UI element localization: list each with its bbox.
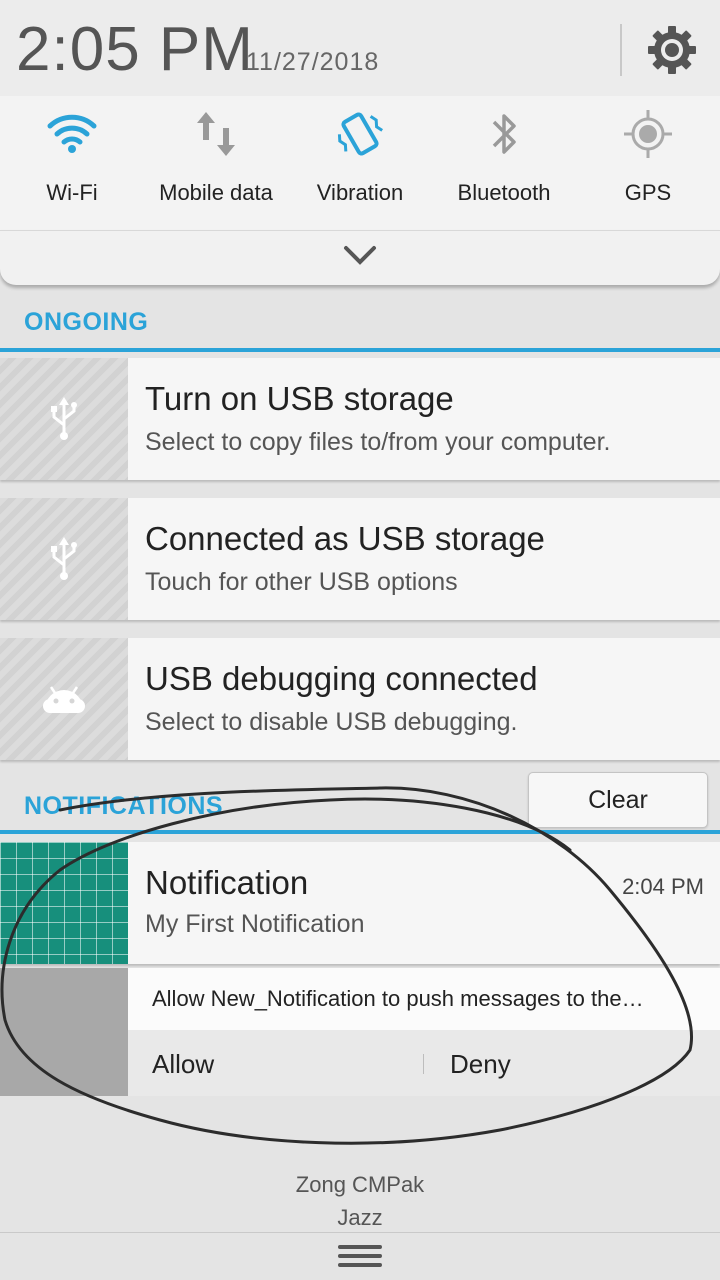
wifi-toggle[interactable]: Wi-Fi xyxy=(0,96,144,230)
date-text: 11/27/2018 xyxy=(246,48,380,76)
wifi-icon xyxy=(42,104,102,164)
item-title: USB debugging connected xyxy=(145,660,538,697)
footer-divider xyxy=(0,1232,720,1233)
notification-time: 2:04 PM xyxy=(622,874,704,899)
mobile-data-icon xyxy=(186,104,246,164)
bluetooth-label: Bluetooth xyxy=(457,180,551,205)
clear-button[interactable]: Clear xyxy=(528,772,708,828)
bluetooth-icon xyxy=(474,104,534,164)
deny-label: Deny xyxy=(450,1049,511,1079)
wifi-label: Wi-Fi xyxy=(46,180,98,205)
item-subtitle: Select to disable USB debugging. xyxy=(145,708,518,736)
bluetooth-toggle[interactable]: Bluetooth xyxy=(432,96,576,230)
chevron-down-icon[interactable] xyxy=(338,240,382,270)
clock-time: 2:05 PM xyxy=(16,15,254,84)
mobile-data-label: Mobile data xyxy=(159,180,273,205)
vibration-toggle[interactable]: Vibration xyxy=(288,96,432,230)
gps-label: GPS xyxy=(624,180,672,205)
vibration-icon xyxy=(330,104,390,164)
list-item-usb-storage[interactable]: Turn on USB storage Select to copy files… xyxy=(0,358,720,480)
vibration-label: Vibration xyxy=(316,180,404,205)
permission-text: Allow New_Notification to push messages … xyxy=(152,986,644,1011)
allow-label: Allow xyxy=(152,1049,215,1079)
drag-handle-icon[interactable] xyxy=(336,1242,384,1270)
notifications-divider xyxy=(0,830,720,834)
notifications-section-title: NOTIFICATIONS xyxy=(24,792,224,820)
carrier-name-2: Jazz xyxy=(337,1205,383,1230)
notification-app-icon xyxy=(0,842,128,964)
list-item-usb-connected[interactable]: Connected as USB storage Touch for other… xyxy=(0,498,720,620)
header-divider xyxy=(620,24,622,76)
permission-thumb xyxy=(0,968,128,1096)
item-subtitle: Select to copy files to/from your comput… xyxy=(145,428,611,456)
item-title: Connected as USB storage xyxy=(145,520,545,557)
item-subtitle: Touch for other USB options xyxy=(145,568,458,596)
notification-subtitle: My First Notification xyxy=(145,910,365,938)
ongoing-section-title: ONGOING xyxy=(24,308,149,336)
quick-settings-panel: Wi-Fi Mobile data Vibration Bluetooth GP… xyxy=(0,96,720,230)
list-item-usb-debugging[interactable]: USB debugging connected Select to disabl… xyxy=(0,638,720,760)
notification-title: Notification xyxy=(145,864,309,901)
android-icon xyxy=(0,638,128,760)
ongoing-divider xyxy=(0,348,720,352)
gps-toggle[interactable]: GPS xyxy=(576,96,720,230)
gear-icon[interactable] xyxy=(644,22,700,78)
gps-icon xyxy=(618,104,678,164)
usb-icon xyxy=(0,498,128,620)
carrier-name-1: Zong CMPak xyxy=(295,1172,425,1197)
mobile-data-toggle[interactable]: Mobile data xyxy=(144,96,288,230)
item-title: Turn on USB storage xyxy=(145,380,454,417)
usb-icon xyxy=(0,358,128,480)
